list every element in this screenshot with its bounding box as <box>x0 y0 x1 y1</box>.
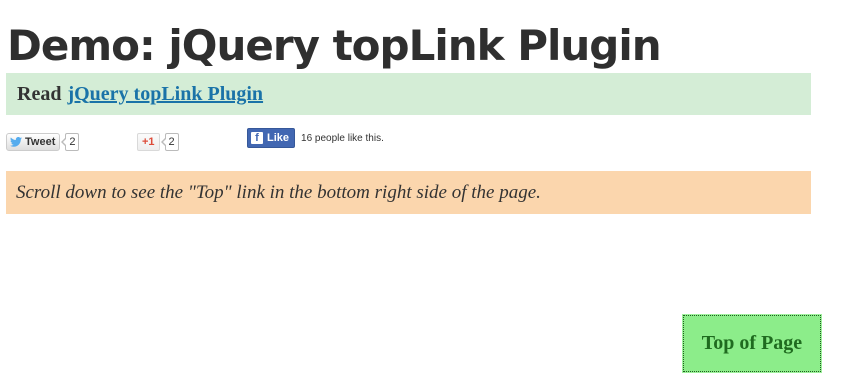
tweet-label: Tweet <box>25 136 56 148</box>
google-plus-label: +1 <box>142 136 155 148</box>
read-prefix-label: Read <box>17 82 62 105</box>
tweet-widget: Tweet 2 <box>6 133 80 151</box>
top-of-page-button[interactable]: Top of Page <box>682 314 822 373</box>
facebook-like-count-text: 16 people like this. <box>301 132 384 144</box>
facebook-like-button[interactable]: f Like <box>247 128 296 148</box>
twitter-bird-icon <box>10 137 22 147</box>
facebook-f-icon: f <box>251 132 263 144</box>
article-link[interactable]: jQuery topLink Plugin <box>67 83 263 106</box>
social-share-row: Tweet 2 +1 2 f Like 16 people like this. <box>6 128 811 154</box>
read-article-bar: Read jQuery topLink Plugin <box>6 73 811 115</box>
google-plus-widget: +1 2 <box>137 133 179 151</box>
facebook-like-label: Like <box>267 132 290 144</box>
scroll-notice: Scroll down to see the "Top" link in the… <box>6 171 811 214</box>
tweet-button[interactable]: Tweet <box>6 133 61 151</box>
google-plus-button[interactable]: +1 <box>137 133 160 151</box>
google-plus-count: 2 <box>160 133 179 151</box>
facebook-like-widget: f Like 16 people like this. <box>247 128 384 148</box>
page-title: Demo: jQuery topLink Plugin <box>7 21 662 70</box>
tweet-count: 2 <box>61 133 80 151</box>
